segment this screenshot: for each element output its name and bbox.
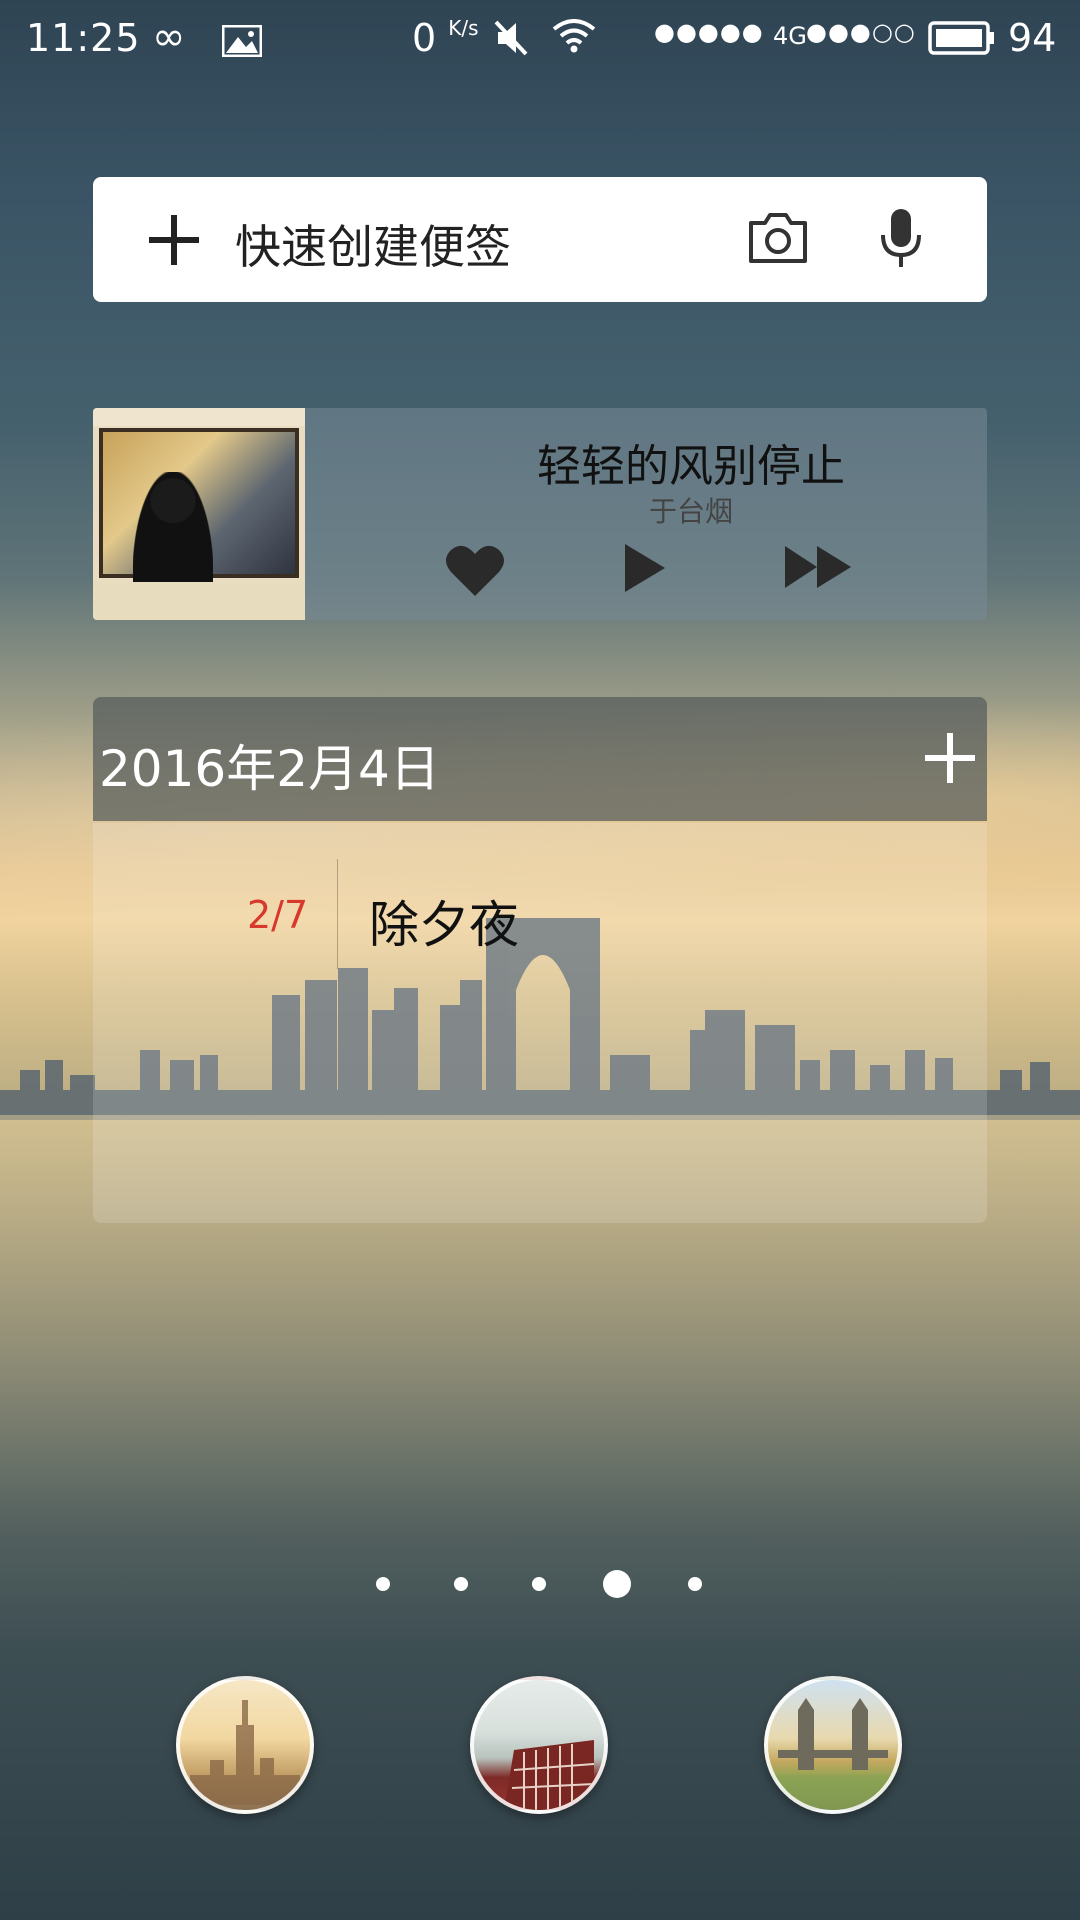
page-dot[interactable] (532, 1577, 546, 1591)
calendar-date: 2016年2月4日 (99, 740, 440, 798)
dock-app-2[interactable] (470, 1676, 608, 1814)
play-icon[interactable] (623, 542, 667, 598)
event-date: 2/7 (247, 893, 309, 937)
dock-app-3[interactable] (764, 1676, 902, 1814)
add-icon[interactable] (923, 731, 977, 789)
signal-sim2: ●●●○○ (806, 18, 916, 46)
signal-sim1: ●●●●● (654, 18, 764, 46)
music-widget[interactable]: 轻轻的风别停止 于台烟 (93, 408, 987, 620)
wifi-icon (552, 18, 596, 62)
network-speed-unit: K/s (448, 16, 479, 40)
album-art-header (93, 408, 305, 426)
page-dot-active[interactable] (603, 1570, 631, 1598)
album-art[interactable] (93, 408, 305, 620)
building-image (504, 1740, 595, 1810)
city-tower-image (190, 1700, 300, 1805)
dock-app-1[interactable] (176, 1676, 314, 1814)
infinity-icon: ∞ (152, 14, 186, 60)
event-divider (337, 859, 338, 969)
song-artist: 于台烟 (648, 495, 733, 528)
mic-icon[interactable] (879, 207, 923, 273)
quick-note-widget[interactable]: 快速创建便签 (93, 177, 987, 302)
network-speed-value: 0 (412, 16, 437, 60)
next-icon[interactable] (783, 544, 853, 594)
plus-icon[interactable] (147, 213, 201, 271)
page-indicator (0, 1568, 1080, 1598)
image-icon (221, 22, 263, 66)
mute-icon (494, 20, 528, 65)
album-art-footer (93, 582, 305, 620)
album-photo (99, 428, 299, 602)
bridge-image (768, 1698, 898, 1810)
song-title: 轻轻的风别停止 (537, 441, 845, 492)
battery-icon (928, 20, 996, 64)
page-dot[interactable] (454, 1577, 468, 1591)
page-dot[interactable] (688, 1577, 702, 1591)
page-dot[interactable] (376, 1577, 390, 1591)
network-type: 4G (773, 22, 807, 50)
battery-level: 94 (1008, 16, 1057, 60)
network-speed: 0 K/s (412, 16, 479, 60)
calendar-widget[interactable]: 2016年2月4日 2/7 除夕夜 (93, 697, 987, 1223)
heart-icon[interactable] (445, 542, 505, 602)
camera-icon[interactable] (747, 211, 809, 269)
event-title: 除夕夜 (369, 896, 519, 954)
status-time: 11:25 (26, 16, 141, 60)
quick-note-label[interactable]: 快速创建便签 (235, 211, 511, 277)
calendar-event-list: 2/7 除夕夜 (93, 823, 987, 1223)
status-bar: 11:25 ∞ 0 K/s ●●●●● 4G ●●●○○ 94 (0, 0, 1080, 76)
calendar-header: 2016年2月4日 (93, 697, 987, 821)
